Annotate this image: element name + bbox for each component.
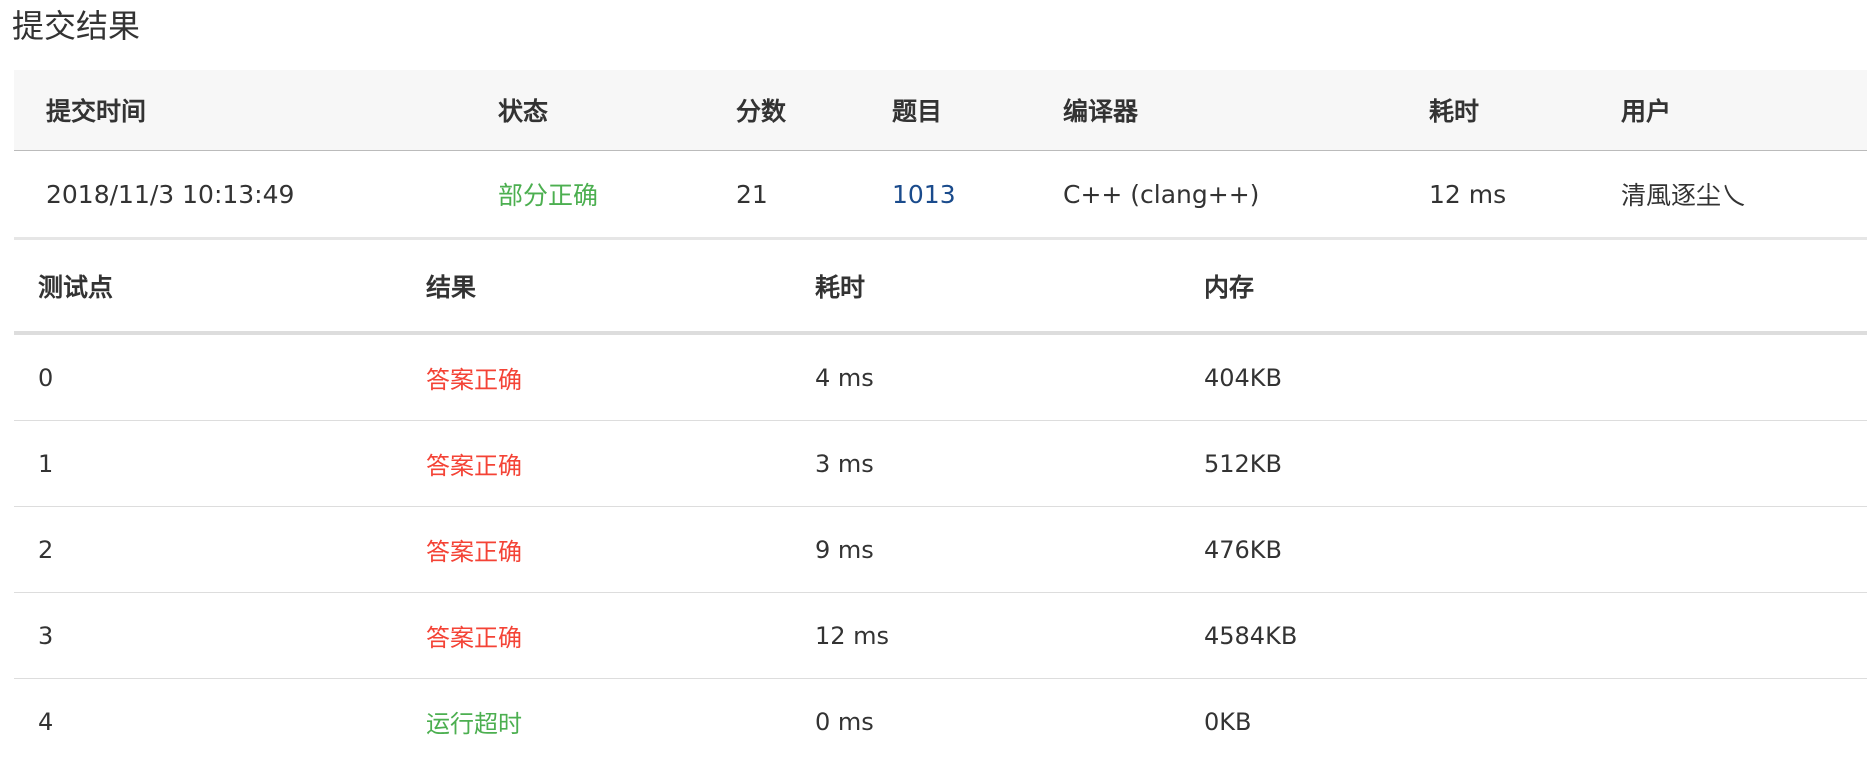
case-result: 答案正确 [402,592,791,679]
cases-header-row: 测试点 结果 耗时 内存 [14,240,1867,335]
user-name: 清風逐尘乀 [1589,150,1867,240]
case-result: 答案正确 [402,333,791,421]
compiler-value: C++ (clang++) [1031,150,1397,240]
page-title: 提交结果 [12,7,141,45]
case-memory: 4584KB [1180,592,1867,679]
case-duration: 12 ms [791,592,1180,679]
problem-cell: 1013 [860,150,1031,240]
header-duration: 耗时 [1397,70,1589,151]
status-badge: 部分正确 [466,150,704,240]
header-test-case: 测试点 [14,240,402,335]
header-score: 分数 [704,70,860,151]
case-id: 0 [14,333,402,421]
summary-row: 2018/11/3 10:13:49 部分正确 21 1013 C++ (cla… [14,150,1867,240]
case-result: 答案正确 [402,420,791,507]
case-memory: 404KB [1180,333,1867,421]
summary-header-row: 提交时间 状态 分数 题目 编译器 耗时 用户 [14,70,1867,151]
case-result: 运行超时 [426,710,522,738]
case-id: 4 [38,707,54,736]
score-value: 21 [704,150,860,240]
table-row: 1 答案正确 3 ms 512KB [14,420,1867,507]
header-user: 用户 [1589,70,1867,151]
table-row: 3 答案正确 12 ms 4584KB [14,592,1867,679]
duration-value: 12 ms [1397,150,1589,240]
case-memory: 0KB [1204,707,1252,736]
header-memory: 内存 [1180,240,1867,335]
case-duration: 9 ms [791,506,1180,593]
submit-time: 2018/11/3 10:13:49 [14,150,466,240]
problem-link[interactable]: 1013 [892,180,956,209]
header-problem: 题目 [860,70,1031,151]
test-case-table: 测试点 结果 耗时 内存 0 答案正确 4 ms 404KB 1 答案正确 3 … [14,240,1867,764]
case-memory: 512KB [1180,420,1867,507]
case-duration: 0 ms [815,707,874,736]
header-status: 状态 [466,70,704,151]
table-row: 4 运行超时 0 ms 0KB [14,679,1867,765]
submission-result-page: 提交结果 提交时间 状态 分数 题目 编译器 耗时 用户 2018/11/3 1… [0,0,1867,768]
submission-summary-table: 提交时间 状态 分数 题目 编译器 耗时 用户 2018/11/3 10:13:… [14,70,1867,240]
header-compiler: 编译器 [1031,70,1397,151]
header-case-duration: 耗时 [791,240,1180,335]
table-row: 2 答案正确 9 ms 476KB [14,506,1867,593]
header-result: 结果 [402,240,791,335]
header-submit-time: 提交时间 [14,70,466,151]
case-id: 3 [14,592,402,679]
case-duration: 4 ms [791,333,1180,421]
table-row: 0 答案正确 4 ms 404KB [14,333,1867,421]
case-id: 2 [14,506,402,593]
case-result: 答案正确 [402,506,791,593]
case-duration: 3 ms [791,420,1180,507]
case-id: 1 [14,420,402,507]
case-memory: 476KB [1180,506,1867,593]
